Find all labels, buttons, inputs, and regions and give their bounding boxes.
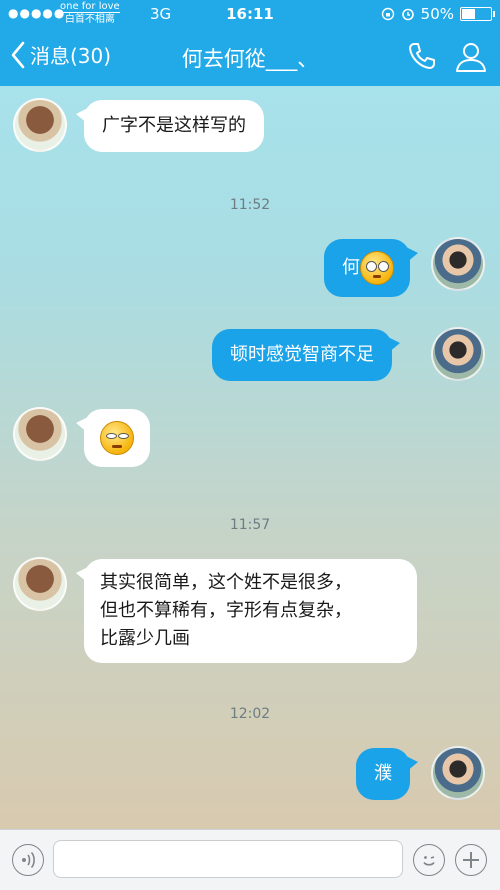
profile-button[interactable] xyxy=(454,40,488,78)
dizzy-face-emoji-icon xyxy=(360,251,394,285)
status-bar: ●●●●● one for love 白首不相离 3G 16:11 50% xyxy=(0,0,500,28)
call-button[interactable] xyxy=(406,40,438,76)
input-bar xyxy=(0,829,500,890)
incoming-message[interactable] xyxy=(76,409,150,467)
my-avatar[interactable] xyxy=(431,746,485,800)
time-separator: 11:52 xyxy=(229,197,271,213)
time-separator: 12:02 xyxy=(229,706,271,722)
battery-fill xyxy=(462,9,475,19)
emoji-icon xyxy=(423,856,435,866)
battery-icon xyxy=(460,7,495,21)
message-line: 但也不算稀有，字形有点复杂， xyxy=(100,600,352,621)
message-line: 其实很简单，这个姓不是很多， xyxy=(100,572,352,593)
status-right: 50% xyxy=(381,5,495,23)
contact-avatar[interactable] xyxy=(13,557,67,611)
incoming-message[interactable]: 其实很简单，这个姓不是很多， 但也不算稀有，字形有点复杂， 比露少几画 xyxy=(76,559,417,663)
message-text: 广字不是这样写的 xyxy=(102,115,246,136)
message-text: 顿时感觉智商不足 xyxy=(230,344,374,365)
my-avatar[interactable] xyxy=(431,327,485,381)
outgoing-message[interactable]: 何 xyxy=(324,239,418,297)
message-text: 何 xyxy=(342,257,360,278)
contact-avatar[interactable] xyxy=(13,98,67,152)
message-text: 濮 xyxy=(374,763,392,784)
phone-icon xyxy=(409,43,435,69)
message-input[interactable] xyxy=(53,840,403,878)
message-line: 比露少几画 xyxy=(100,628,190,649)
incoming-message[interactable]: 广字不是这样写的 xyxy=(76,100,264,152)
outgoing-message[interactable]: 濮 xyxy=(356,748,418,800)
voice-icon xyxy=(22,851,35,869)
battery-percent: 50% xyxy=(420,5,454,23)
emoji-button[interactable] xyxy=(413,844,445,876)
my-avatar[interactable] xyxy=(431,237,485,291)
alarm-icon xyxy=(401,8,414,21)
chat-header: 消息(30) 何去何從___、 xyxy=(0,28,500,86)
rotation-lock-icon xyxy=(381,7,394,21)
plus-icon xyxy=(463,852,479,868)
contact-avatar[interactable] xyxy=(13,407,67,461)
smirk-face-emoji-icon xyxy=(100,421,134,455)
outgoing-message[interactable]: 顿时感觉智商不足 xyxy=(212,329,400,381)
more-button[interactable] xyxy=(455,844,487,876)
time-separator: 11:57 xyxy=(229,517,271,533)
user-icon xyxy=(456,43,486,72)
voice-button[interactable] xyxy=(12,844,44,876)
